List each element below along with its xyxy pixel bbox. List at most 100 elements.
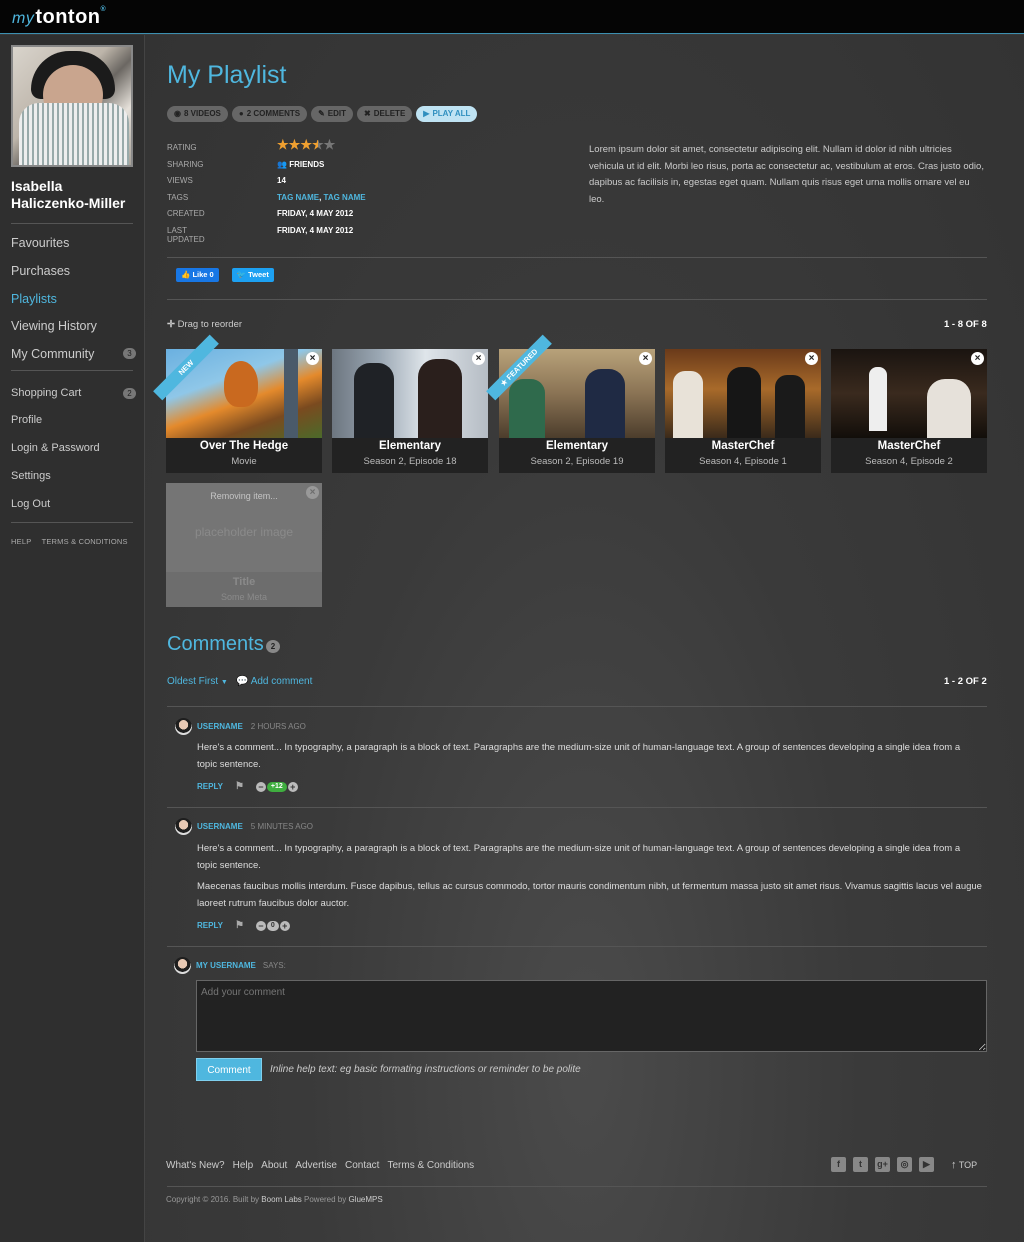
avatar[interactable] xyxy=(175,718,192,735)
delete-button[interactable]: ✖ DELETE xyxy=(357,106,413,122)
footer-link-help[interactable]: Help xyxy=(233,1160,254,1171)
footer-link-advertise[interactable]: Advertise xyxy=(295,1160,337,1171)
sidebar: Isabella Haliczenko-Miller Favourites Pu… xyxy=(0,35,145,1242)
sidebar-item-viewing-history[interactable]: Viewing History xyxy=(11,319,136,333)
reply-button[interactable]: REPLY xyxy=(197,921,223,930)
video-meta: Movie xyxy=(231,456,257,467)
play-icon: ▶ xyxy=(423,109,430,118)
sidebar-item-playlists[interactable]: Playlists xyxy=(11,292,136,306)
vote-control: − 0 + xyxy=(255,920,290,931)
tag-link[interactable]: TAG NAME xyxy=(324,193,366,202)
sidebar-item-profile[interactable]: Profile xyxy=(11,414,136,426)
group-icon: 👥 xyxy=(277,159,287,169)
remove-video-button[interactable]: × xyxy=(639,352,652,365)
sort-dropdown[interactable]: Oldest First ▼ xyxy=(167,676,228,687)
google-plus-icon[interactable]: g+ xyxy=(875,1157,890,1172)
comment-author[interactable]: USERNAME 2 HOURS AGO xyxy=(197,722,306,731)
divider xyxy=(167,807,987,808)
rating-label: RATING xyxy=(167,143,197,152)
video-title: Title xyxy=(232,576,256,588)
placeholder-image-label: placeholder image xyxy=(194,525,294,539)
remove-video-button[interactable]: × xyxy=(805,352,818,365)
video-card[interactable]: × Elementary Season 2, Episode 18 xyxy=(332,349,488,473)
video-meta: Season 4, Episode 2 xyxy=(865,456,953,467)
community-count-badge: 3 xyxy=(123,348,136,359)
tag-link[interactable]: TAG NAME xyxy=(277,193,319,202)
footer-link-terms[interactable]: Terms & Conditions xyxy=(387,1160,474,1171)
divider xyxy=(11,522,133,523)
sharing-label: SHARING xyxy=(167,159,204,169)
downvote-button[interactable]: − xyxy=(255,920,266,931)
created-label: CREATED xyxy=(167,209,205,218)
comment-author[interactable]: USERNAME 5 MINUTES AGO xyxy=(197,822,313,831)
arrow-up-icon: ↑ xyxy=(951,1159,957,1171)
video-thumbnail[interactable] xyxy=(665,349,821,438)
sidebar-item-shopping-cart[interactable]: Shopping Cart 2 xyxy=(11,387,136,399)
downvote-button[interactable]: − xyxy=(255,781,266,792)
avatar xyxy=(174,957,191,974)
remove-video-button[interactable]: × xyxy=(306,352,319,365)
social-icons: f t g+ ◎ ▶ xyxy=(831,1157,934,1172)
cart-count-badge: 2 xyxy=(123,388,136,399)
star-icon: ★ xyxy=(300,137,312,152)
divider xyxy=(167,1186,987,1187)
platform-link[interactable]: GlueMPS xyxy=(348,1195,382,1204)
help-link[interactable]: HELP xyxy=(11,537,31,546)
footer-link-about[interactable]: About xyxy=(261,1160,287,1171)
brand-logo[interactable]: mytonton® xyxy=(12,6,106,29)
star-half-icon: ★ xyxy=(311,137,324,152)
remove-video-button[interactable]: × xyxy=(306,486,319,499)
sidebar-item-my-community[interactable]: My Community 3 xyxy=(11,347,136,361)
back-to-top-link[interactable]: ↑ TOP xyxy=(951,1159,977,1171)
sidebar-item-settings[interactable]: Settings xyxy=(11,470,136,482)
facebook-icon[interactable]: f xyxy=(831,1157,846,1172)
flag-icon[interactable]: ⚑ xyxy=(235,781,244,792)
edit-button[interactable]: ✎ EDIT xyxy=(311,106,354,122)
instagram-icon[interactable]: ◎ xyxy=(897,1157,912,1172)
videos-count-pill[interactable]: ◉ 8 VIDEOS xyxy=(167,106,228,122)
upvote-button[interactable]: + xyxy=(279,920,290,931)
submit-comment-button[interactable]: Comment xyxy=(196,1058,262,1081)
remove-video-button[interactable]: × xyxy=(472,352,485,365)
video-title: Elementary xyxy=(545,440,608,452)
terms-link[interactable]: TERMS & CONDITIONS xyxy=(42,537,128,546)
comment-time: 2 HOURS AGO xyxy=(250,722,306,731)
sharing-value[interactable]: 👥 FRIENDS xyxy=(277,160,324,169)
removing-video-card: Removing item... × placeholder image Tit… xyxy=(166,483,322,607)
flag-icon[interactable]: ⚑ xyxy=(235,920,244,931)
sidebar-item-purchases[interactable]: Purchases xyxy=(11,264,136,278)
video-thumbnail[interactable] xyxy=(831,349,987,438)
social-buttons: 👍 Like 0 🐦 Tweet xyxy=(176,268,274,282)
youtube-icon[interactable]: ▶ xyxy=(919,1157,934,1172)
reply-button[interactable]: REPLY xyxy=(197,782,223,791)
user-avatar[interactable] xyxy=(11,45,133,167)
footer-link-contact[interactable]: Contact xyxy=(345,1160,379,1171)
video-card[interactable]: × MasterChef Season 4, Episode 2 xyxy=(831,349,987,473)
comments-count-pill[interactable]: ● 2 COMMENTS xyxy=(231,106,308,122)
video-title: MasterChef xyxy=(877,440,941,452)
comment-textarea[interactable] xyxy=(196,980,987,1052)
video-card[interactable]: NEW × Over The Hedge Movie xyxy=(153,334,322,473)
avatar[interactable] xyxy=(175,818,192,835)
comment-help-text: Inline help text: eg basic formating ins… xyxy=(270,1064,581,1075)
twitter-icon[interactable]: t xyxy=(853,1157,868,1172)
add-comment-link[interactable]: 💬 Add comment xyxy=(236,676,312,687)
play-all-button[interactable]: ▶ PLAY ALL xyxy=(416,106,478,122)
sidebar-item-login-password[interactable]: Login & Password xyxy=(11,442,136,454)
pencil-icon: ✎ xyxy=(318,109,325,118)
rating-stars[interactable]: ★★★★★ xyxy=(277,137,335,152)
page-title: My Playlist xyxy=(167,61,287,89)
drag-hint: ✛ Drag to reorder xyxy=(167,319,243,330)
facebook-like-button[interactable]: 👍 Like 0 xyxy=(176,268,219,282)
sidebar-item-favourites[interactable]: Favourites xyxy=(11,236,136,250)
builder-link[interactable]: Boom Labs xyxy=(261,1195,301,1204)
tweet-button[interactable]: 🐦 Tweet xyxy=(231,268,274,282)
comment-icon: 💬 xyxy=(236,676,249,687)
video-card[interactable]: × MasterChef Season 4, Episode 1 xyxy=(665,349,821,473)
sidebar-item-log-out[interactable]: Log Out xyxy=(11,498,136,510)
remove-video-button[interactable]: × xyxy=(971,352,984,365)
video-thumbnail[interactable] xyxy=(332,349,488,438)
video-card[interactable]: ★ FEATURED × Elementary Season 2, Episod… xyxy=(486,334,655,473)
footer-link-whats-new[interactable]: What's New? xyxy=(166,1160,225,1171)
upvote-button[interactable]: + xyxy=(287,781,298,792)
